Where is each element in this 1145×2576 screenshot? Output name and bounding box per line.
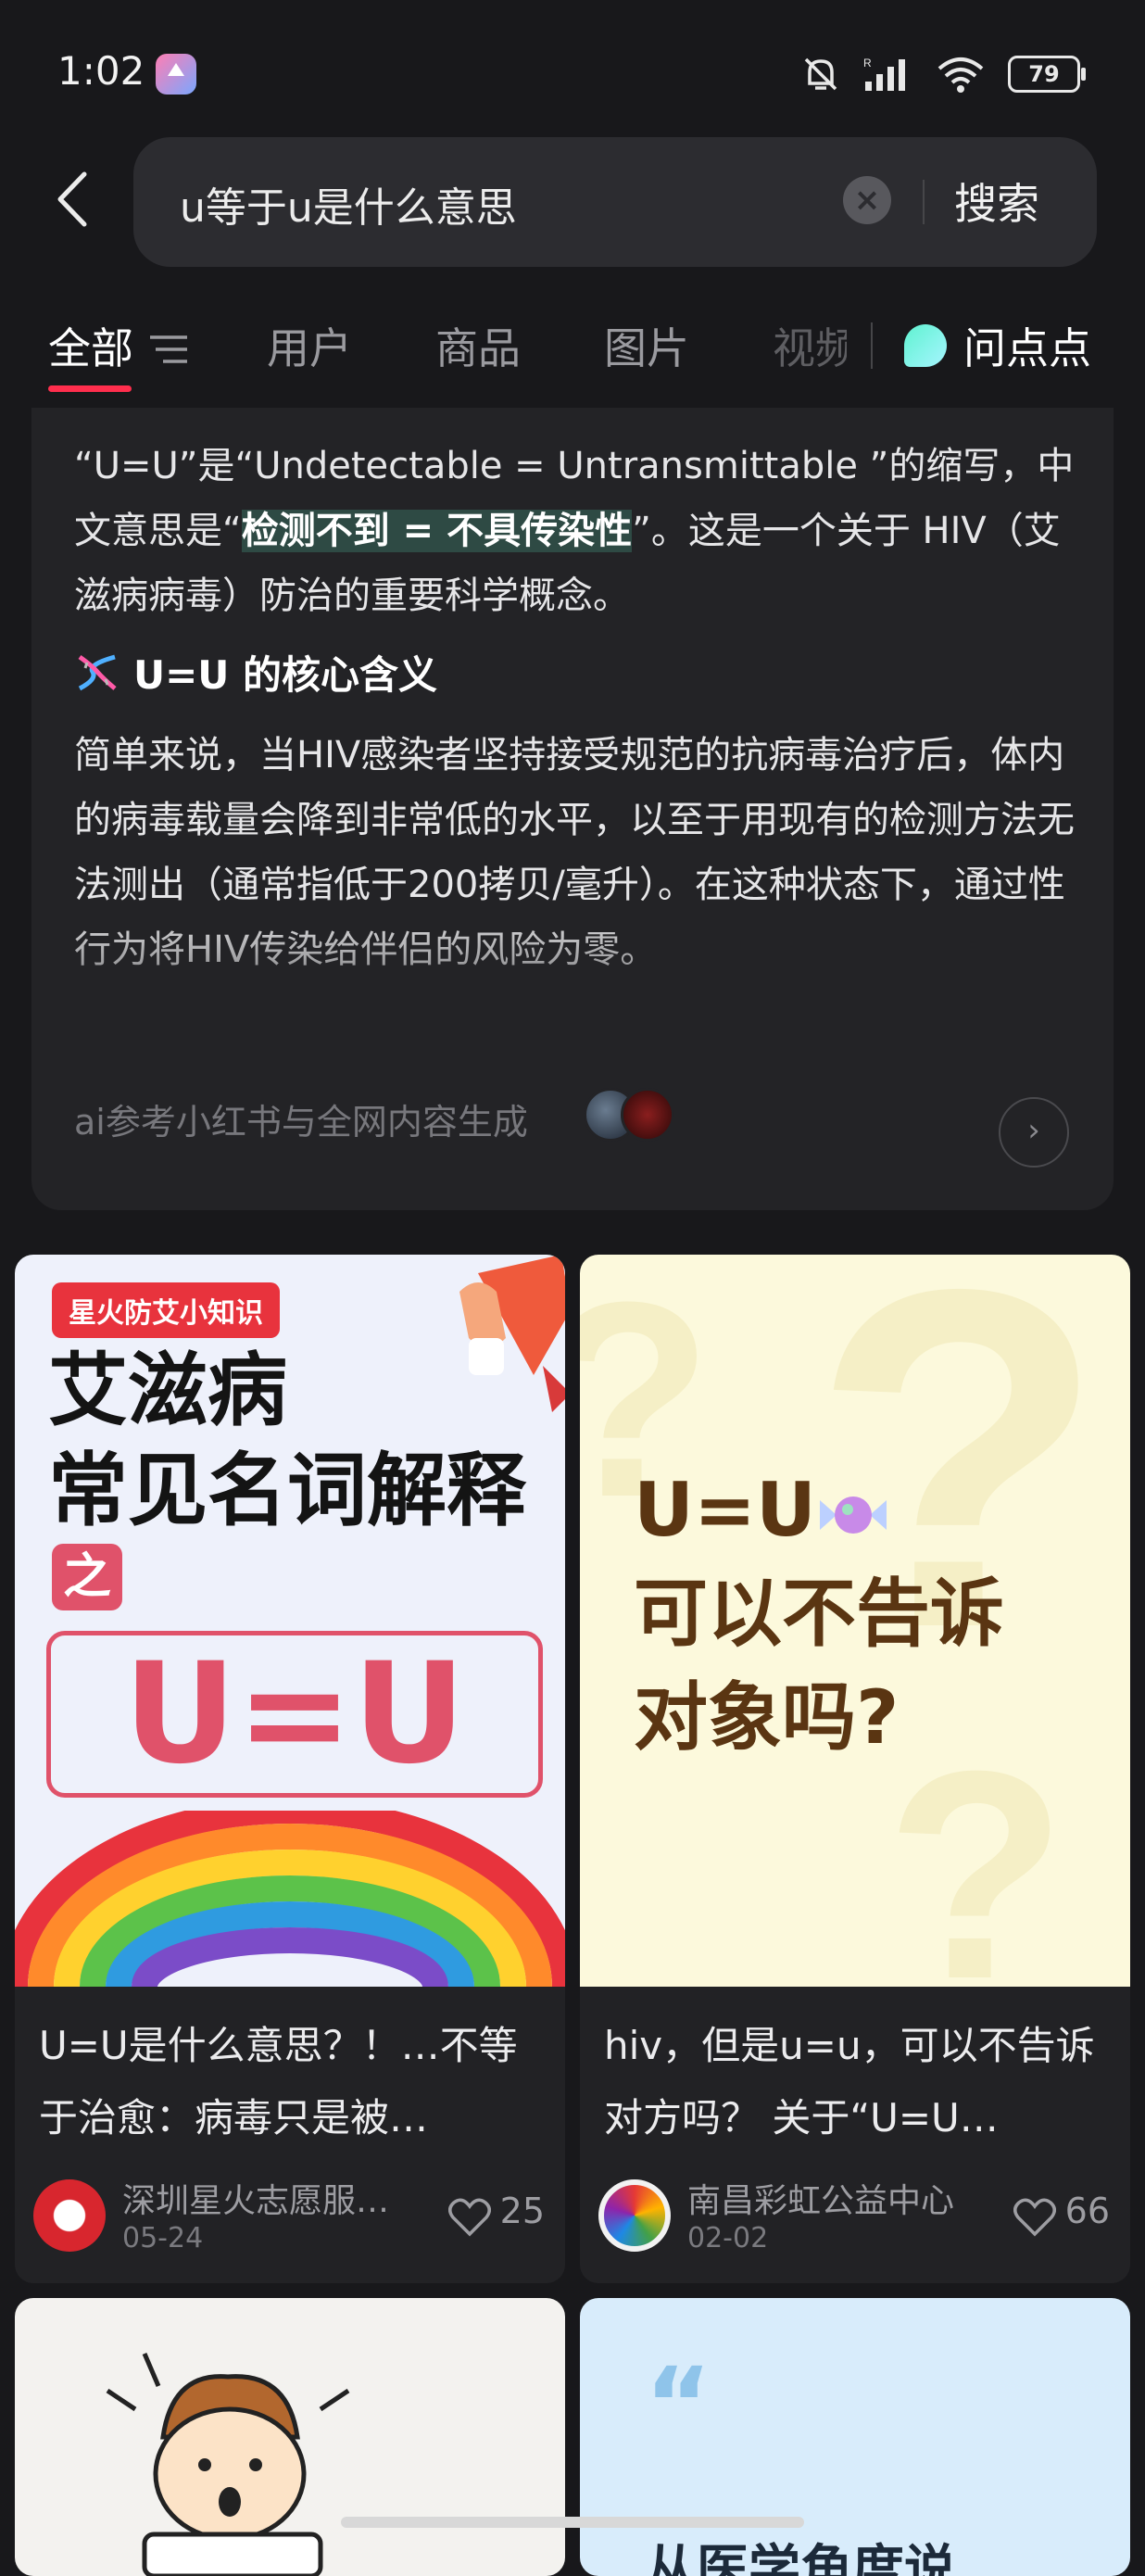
home-indicator[interactable]	[341, 2517, 804, 2528]
author-name[interactable]: 南昌彩虹公益中心	[687, 2174, 954, 2222]
mute-bell-icon	[804, 57, 837, 91]
app-notification-icon	[156, 54, 196, 95]
cover-zhi-badge: 之	[52, 1544, 122, 1610]
cover-title-line1: 艾滋病	[48, 1345, 287, 1437]
heart-icon[interactable]	[448, 2198, 491, 2237]
cover-tag: 星火防艾小知识	[52, 1282, 280, 1338]
post-card[interactable]: ? ? ? U=U 可以不告诉 对象吗? hiv，但是u=u，可以不告诉对方吗？…	[580, 1255, 1130, 2283]
status-time: 1:02	[57, 48, 145, 94]
tab-wendiandian[interactable]: 问点点	[963, 315, 1091, 376]
signal-icon: R	[863, 57, 905, 91]
cover-text: U=U 可以不告诉 对象吗?	[634, 1458, 1004, 1770]
tab-all[interactable]: 全部	[48, 315, 133, 376]
filter-icon[interactable]	[148, 332, 189, 369]
quote-mark-icon: “	[645, 2345, 712, 2464]
text-fade-overlay	[31, 908, 1114, 1019]
cover-title-line2: 常见名词解释	[48, 1445, 526, 1537]
cover-line2: 可以不告诉	[634, 1571, 1004, 1657]
tab-images[interactable]: 图片	[604, 315, 689, 376]
tab-divider	[871, 322, 873, 369]
like-count: 66	[1064, 2191, 1110, 2231]
megaphone-hand-icon	[459, 1255, 565, 1412]
tab-videos[interactable]: 视频	[773, 315, 847, 376]
cover-snippet: 从医学角度说	[645, 2540, 956, 2576]
cover-line1: U=U	[634, 1458, 1004, 1562]
search-divider	[923, 180, 925, 224]
like-count: 25	[499, 2191, 545, 2231]
back-button[interactable]	[48, 167, 94, 232]
tab-users[interactable]: 用户	[267, 315, 352, 376]
source-avatar	[621, 1088, 674, 1142]
candy-icon	[819, 1496, 887, 1534]
post-cover[interactable]: ? ? ? U=U 可以不告诉 对象吗?	[580, 1255, 1130, 1987]
post-card[interactable]	[15, 2298, 565, 2576]
status-bar: 1:02 R 79	[0, 0, 1145, 139]
search-input[interactable]: u等于u是什么意思	[180, 174, 517, 234]
author-avatar[interactable]	[33, 2179, 106, 2252]
author-name[interactable]: 深圳星火志愿服…	[122, 2174, 389, 2222]
wifi-icon	[937, 57, 984, 93]
battery-icon: 79	[1008, 56, 1086, 93]
ai-expand-button[interactable]: ›	[999, 1097, 1069, 1168]
result-tabs: 全部 用户 商品 图片 视频 问点点	[0, 306, 1145, 408]
cartoon-face-icon	[106, 2353, 350, 2576]
search-button[interactable]: 搜索	[954, 170, 1039, 232]
clear-search-button[interactable]: ×	[843, 176, 891, 224]
active-tab-indicator	[48, 385, 132, 392]
dna-icon	[78, 654, 117, 690]
ai-source-note: ai参考小红书与全网内容生成	[74, 1102, 528, 1143]
source-avatars	[584, 1088, 674, 1142]
post-date: 02-02	[687, 2222, 769, 2254]
rainbow-icon	[15, 1811, 565, 1987]
chevron-left-icon	[57, 171, 87, 227]
wendiandian-icon	[904, 324, 947, 367]
post-card[interactable]: “ 从医学角度说	[580, 2298, 1130, 2576]
post-title[interactable]: hiv，但是u=u，可以不告诉对方吗？ 关于“U=U…	[604, 2010, 1114, 2154]
ai-heading-text: U=U 的核心含义	[133, 652, 438, 698]
tab-products[interactable]: 商品	[435, 315, 521, 376]
status-icons: R 79	[800, 48, 1086, 100]
post-card[interactable]: 星火防艾小知识 艾滋病 常见名词解释 之 U=U U=U是什么意思？！…不等于治…	[15, 1255, 565, 2283]
post-date: 05-24	[122, 2222, 204, 2254]
cover-uu-box: U=U	[46, 1631, 543, 1798]
ai-answer-card[interactable]: “U=U”是“Undetectable = Untransmittable ”的…	[31, 408, 1114, 1210]
author-avatar[interactable]	[598, 2179, 671, 2252]
post-title[interactable]: U=U是什么意思？！…不等于治愈：病毒只是被…	[39, 2010, 548, 2154]
post-cover[interactable]: 星火防艾小知识 艾滋病 常见名词解释 之 U=U	[15, 1255, 565, 1987]
svg-text:R: R	[863, 57, 872, 69]
cover-line3: 对象吗?	[634, 1674, 900, 1761]
ai-intro-text: “U=U”是“Undetectable = Untransmittable ”的…	[74, 434, 1075, 628]
ai-highlight: 检测不到 = 不具传染性	[241, 510, 633, 552]
heart-icon[interactable]	[1013, 2198, 1056, 2237]
search-bar: u等于u是什么意思 × 搜索	[133, 137, 1097, 267]
ai-section-heading: U=U 的核心含义	[74, 644, 437, 701]
